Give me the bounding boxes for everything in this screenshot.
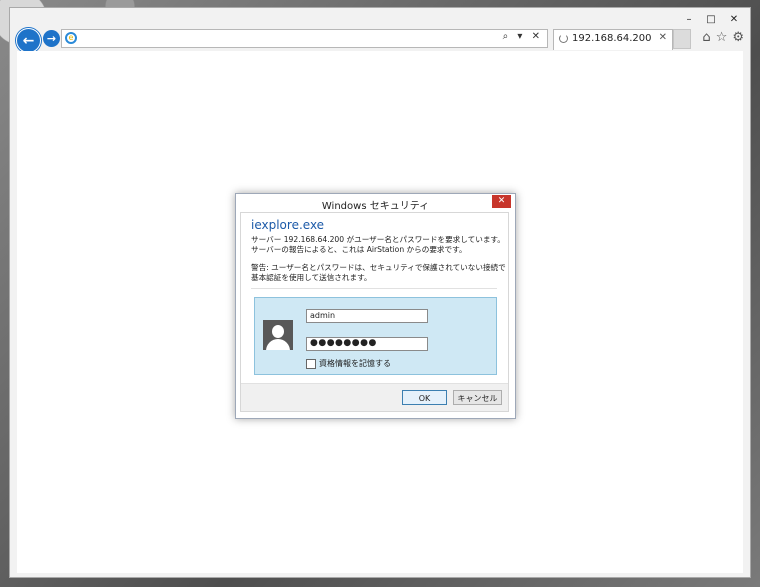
ie-page-icon: e [65,32,77,44]
back-button[interactable]: ← [16,28,41,53]
forward-button[interactable]: → [43,30,60,47]
maximize-button[interactable]: □ [700,10,722,28]
user-avatar-icon [263,320,293,350]
dialog-footer: OK キャンセル [241,383,508,411]
cancel-button[interactable]: キャンセル [453,390,502,405]
home-icon[interactable]: ⌂ [702,30,710,45]
minimize-button[interactable]: – [678,10,700,28]
dialog-title: Windows セキュリティ [321,201,430,212]
gear-icon[interactable]: ⚙ [732,30,744,45]
remember-checkbox[interactable] [306,359,316,369]
remember-label: 資格情報を記憶する [319,359,391,368]
app-name: iexplore.exe [251,218,325,232]
dialog-warning: 警告: ユーザー名とパスワードは、セキュリティで保護されていない接続で基本認証を… [251,263,506,282]
username-field[interactable]: admin [306,309,428,323]
tab-title: 192.168.64.200 [572,33,652,44]
dialog-close-button[interactable]: ✕ [492,195,511,208]
ok-button[interactable]: OK [402,390,447,405]
star-icon[interactable]: ☆ [716,30,728,45]
address-tools[interactable]: ⌕ ▾ ✕ [503,31,543,42]
credential-tile: admin ●●●●●●●● 資格情報を記憶する [254,297,497,375]
tab-current[interactable]: 192.168.64.200 ✕ [553,29,673,50]
credentials-dialog: Windows セキュリティ ✕ iexplore.exe サーバー 192.1… [235,193,516,419]
password-field[interactable]: ●●●●●●●● [306,337,428,351]
window-caption-buttons: – □ ✕ [678,10,746,28]
tab-close-button[interactable]: ✕ [659,32,667,43]
close-window-button[interactable]: ✕ [722,10,746,28]
arrow-right-icon: → [46,32,57,45]
arrow-left-icon: ← [22,32,35,49]
divider [251,288,497,289]
browser-right-icons: ⌂ ☆ ⚙ [702,30,744,45]
address-bar[interactable]: e ⌕ ▾ ✕ [61,29,548,48]
new-tab-button[interactable] [673,29,691,49]
dialog-message: サーバー 192.168.64.200 がユーザー名とパスワードを要求しています… [251,235,505,254]
loading-icon [559,34,568,43]
dialog-body: iexplore.exe サーバー 192.168.64.200 がユーザー名と… [240,212,509,412]
